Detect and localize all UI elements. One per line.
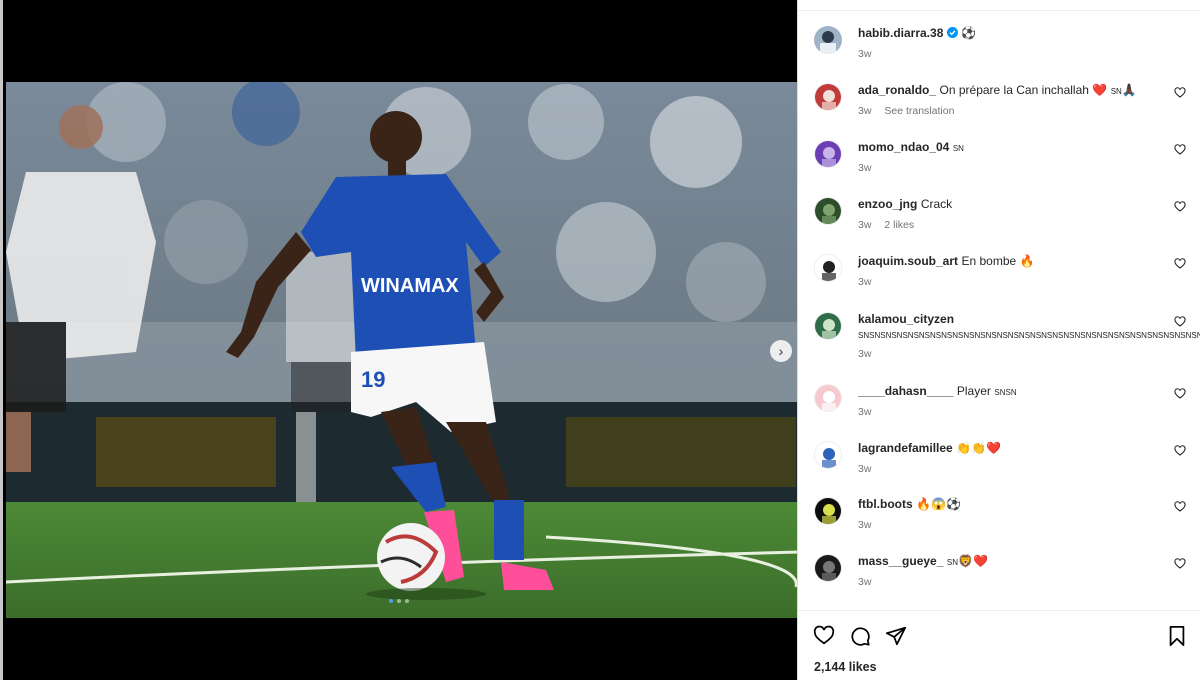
panel-divider	[798, 10, 1200, 11]
comment-text: 🔥😱⚽	[916, 497, 961, 511]
post-photo[interactable]: WINAMAX 19	[6, 82, 800, 618]
commenter-username[interactable]: kalamou_cityzen	[858, 312, 954, 326]
comment-suffix: SNSNSNSNSNSNSNSNSNSNSNSNSNSNSNSNSNSNSNSN…	[858, 331, 1200, 340]
comment-like-icon[interactable]	[1174, 445, 1186, 457]
author-caption: ⚽	[961, 26, 977, 40]
football-player-photo: WINAMAX 19	[6, 82, 800, 618]
shorts-number: 19	[361, 367, 385, 392]
commenter-username[interactable]: momo_ndao_04	[858, 140, 949, 154]
comment-emoji: 🦁❤️	[958, 554, 988, 568]
comment-text: On prépare la Can inchallah ❤️	[939, 83, 1108, 97]
comment-time: 3w	[858, 519, 872, 531]
likes-count[interactable]: 2,144 likes	[814, 660, 877, 674]
comment-suffix: SN	[946, 558, 959, 567]
commenter-username[interactable]: mass__gueye_	[858, 554, 943, 568]
comment-text: Player	[956, 384, 991, 398]
carousel-indicator	[389, 599, 409, 603]
commenter-avatar[interactable]	[814, 554, 842, 582]
comment-time: 3w	[858, 219, 872, 231]
comment-suffix: SNSN	[994, 388, 1017, 397]
comment-like-icon[interactable]	[1174, 388, 1186, 400]
comment-icon[interactable]	[849, 625, 871, 647]
comment-text: 👏👏❤️	[956, 441, 1002, 455]
comment-emoji: 🙏🏿	[1121, 83, 1137, 97]
comment-time: 3w	[858, 276, 872, 288]
commenter-username[interactable]: joaquim.soub_art	[858, 254, 958, 268]
post-actions-bar: 2,144 likes	[798, 610, 1200, 674]
post-media: WINAMAX 19 ›	[0, 0, 800, 680]
comment-suffix: SN	[952, 144, 964, 153]
author-time: 3w	[858, 48, 872, 60]
comment-suffix: SN	[1110, 87, 1122, 96]
comment-like-icon[interactable]	[1174, 316, 1186, 328]
commenter-avatar[interactable]	[814, 312, 842, 340]
commenter-username[interactable]: ftbl.boots	[858, 497, 913, 511]
comment-time: 3w	[858, 406, 872, 418]
commenter-avatar[interactable]	[814, 140, 842, 168]
comment-meta-action[interactable]: See translation	[884, 105, 954, 117]
carousel-dot	[397, 599, 401, 603]
verified-icon	[946, 27, 958, 38]
comment-like-icon[interactable]	[1174, 258, 1186, 270]
commenter-username[interactable]: ada_ronaldo_	[858, 83, 936, 97]
next-photo-button[interactable]: ›	[770, 340, 792, 362]
jersey-sponsor: WINAMAX	[361, 275, 459, 297]
commenter-username[interactable]: ____dahasn____	[858, 384, 953, 398]
author-username[interactable]: habib.diarra.38	[858, 26, 943, 40]
commenter-avatar[interactable]	[814, 197, 842, 225]
comment-like-icon[interactable]	[1174, 201, 1186, 213]
comment-like-icon[interactable]	[1174, 87, 1186, 99]
comment-like-icon[interactable]	[1174, 144, 1186, 156]
commenter-avatar[interactable]	[814, 384, 842, 412]
commenter-avatar[interactable]	[814, 83, 842, 111]
comment-time: 3w	[858, 463, 872, 475]
comment-time: 3w	[858, 348, 872, 360]
comment-time: 3w	[858, 105, 872, 117]
comments-panel: habib.diarra.38 ⚽ 3w ada_ronaldo_ On pré…	[797, 0, 1200, 680]
commenter-avatar[interactable]	[814, 497, 842, 525]
comment-text: Crack	[920, 197, 953, 211]
comment-time: 3w	[858, 576, 872, 588]
carousel-dot-active	[389, 599, 393, 603]
carousel-dot	[405, 599, 409, 603]
comment-like-icon[interactable]	[1174, 501, 1186, 513]
comment-time: 3w	[858, 162, 872, 174]
comment-text: En bombe 🔥	[961, 254, 1035, 268]
comment-meta-action[interactable]: 2 likes	[884, 219, 914, 231]
author-avatar[interactable]	[814, 26, 842, 54]
like-icon[interactable]	[813, 625, 835, 647]
commenter-username[interactable]: lagrandefamillee	[858, 441, 953, 455]
save-bookmark-icon[interactable]	[1166, 625, 1188, 647]
comment-like-icon[interactable]	[1174, 558, 1186, 570]
commenter-avatar[interactable]	[814, 254, 842, 282]
commenter-avatar[interactable]	[814, 441, 842, 469]
share-icon[interactable]	[885, 625, 907, 647]
commenter-username[interactable]: enzoo_jng	[858, 197, 917, 211]
